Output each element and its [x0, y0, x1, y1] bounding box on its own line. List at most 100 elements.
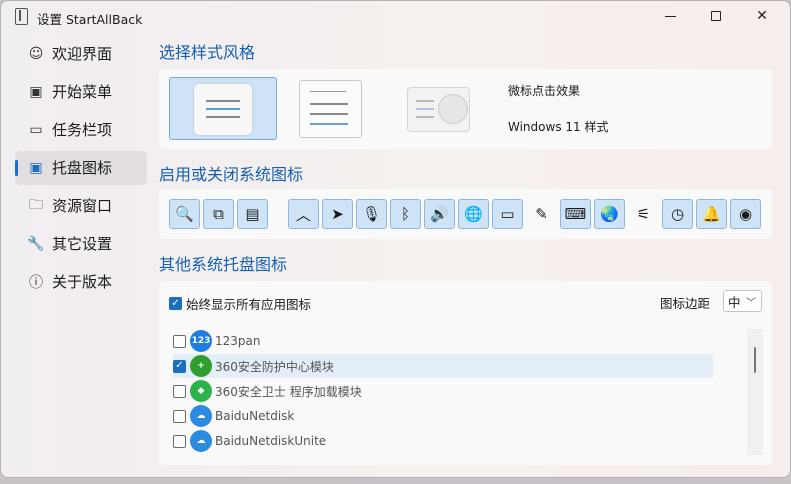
chevron-up-icon: ︿ — [295, 205, 311, 224]
toggle-search[interactable]: 🔍 — [169, 199, 200, 229]
toggle-language[interactable]: 🌏 — [594, 199, 625, 229]
list-item[interactable]: ✓ +360安全防护中心模块 — [173, 354, 713, 378]
sidebar-item-label: 资源窗口 — [52, 196, 113, 215]
app-name: 360安全卫士 程序加载模块 — [215, 384, 362, 399]
pen-icon: ✎ — [535, 205, 548, 223]
show-all-checkbox[interactable]: ✓ — [169, 297, 182, 310]
sidebar-item-label: 任务栏项 — [52, 120, 113, 139]
minimize-icon — [664, 15, 676, 17]
clock-preview-icon — [438, 94, 468, 124]
language-icon: 🌏 — [600, 205, 619, 223]
toggle-network[interactable]: 🌐 — [458, 199, 489, 229]
list-item[interactable]: ◆ 360安全卫士 程序加载模块 — [173, 379, 713, 403]
app-name: 123pan — [215, 334, 261, 348]
toggle-clock[interactable]: ◷ — [662, 199, 693, 229]
app-checkbox[interactable] — [173, 384, 186, 398]
close-button[interactable]: ✕ — [739, 1, 785, 31]
sidebar-item-label: 开始菜单 — [52, 82, 113, 101]
tray-section-title: 其他系统托盘图标 — [159, 255, 288, 274]
toggle-battery[interactable]: ▭ — [492, 199, 523, 229]
toggle-widgets[interactable]: ▤ — [237, 199, 268, 229]
tray-card: ✓ 始终显示所有应用图标 图标边距 中 ﹀ 123 123pan ✓ +360安全防护… — [159, 281, 772, 465]
start-menu-icon: ▣ — [29, 84, 43, 100]
style-option-windows11[interactable] — [169, 77, 277, 140]
toggle-bluetooth[interactable]: ᛒ — [390, 199, 421, 229]
show-all-label: 始终显示所有应用图标 — [186, 297, 312, 312]
system-icons-card: 🔍 ⧉ ▤ ︿ ➤ 🎙 ᛒ 🔊 🌐 ▭ ✎ ⌨ 🌏 ⚟ ◷ 🔔 ◉ — [159, 189, 772, 239]
list-item[interactable]: ☁ BaiduNetdiskUnite — [173, 429, 713, 453]
icon-margin-label: 图标边距 — [660, 296, 711, 311]
style-option-label: 微标点击效果 — [508, 84, 581, 98]
toggle-microphone[interactable]: 🎙 — [356, 199, 387, 229]
app-name: BaiduNetdisk — [215, 409, 295, 423]
widgets-icon: ▤ — [245, 205, 260, 223]
app-checkbox[interactable] — [173, 334, 186, 348]
sidebar-item-other[interactable]: 🔧 其它设置 — [15, 227, 147, 261]
sidebar-item-about[interactable]: ⓘ 关于版本 — [15, 265, 147, 299]
app-name: 360安全防护中心模块 — [215, 359, 334, 374]
close-icon: ✕ — [756, 8, 768, 24]
bluetooth-icon: ᛒ — [400, 205, 410, 223]
tray-icon: ▣ — [29, 160, 43, 176]
network-icon: 🌐 — [464, 205, 483, 223]
list-item[interactable]: ☁ BaiduNetdisk — [173, 404, 713, 428]
sliders-icon: ⚟ — [636, 205, 651, 223]
clock-icon: ◷ — [670, 205, 685, 223]
app-icon: ☁ — [190, 405, 212, 427]
list-item[interactable]: 123 123pan — [173, 329, 713, 353]
toggle-chevron-up[interactable]: ︿ — [288, 199, 319, 229]
minimize-button[interactable] — [647, 1, 693, 31]
sidebar-item-tray[interactable]: ▣ 托盘图标 — [15, 151, 147, 185]
toggle-bell[interactable]: 🔔 — [696, 199, 727, 229]
icon-margin-value: 中 — [728, 294, 741, 310]
sidebar-item-welcome[interactable]: ☺ 欢迎界面 — [15, 37, 147, 71]
search-icon: 🔍 — [175, 205, 194, 223]
sidebar-item-label: 关于版本 — [52, 272, 113, 291]
bell-icon: 🔔 — [702, 205, 721, 223]
app-name: BaiduNetdiskUnite — [215, 434, 327, 448]
smile-icon: ☺ — [28, 46, 44, 62]
sidebar-item-taskbar[interactable]: ▭ 任务栏项 — [15, 113, 147, 147]
info-icon: ⓘ — [29, 275, 43, 291]
style-option-classic[interactable] — [299, 80, 362, 138]
toggle-sliders[interactable]: ⚟ — [628, 199, 659, 229]
app-checkbox[interactable] — [173, 409, 186, 423]
app-checkbox[interactable]: ✓ — [173, 359, 186, 373]
sidebar-item-label: 托盘图标 — [52, 158, 113, 177]
show-all-checkbox-row[interactable]: ✓ 始终显示所有应用图标 — [169, 294, 311, 313]
settings-window: 设置 StartAllBack ✕ ☺ 欢迎界面 ▣ 开始菜单 ▭ 任务栏项 ▣… — [0, 0, 791, 478]
chevron-down-icon: ﹀ — [746, 298, 756, 309]
task-view-icon: ⧉ — [213, 205, 224, 223]
toggle-keyboard[interactable]: ⌨ — [560, 199, 591, 229]
icon-margin-select[interactable]: 中 ﹀ — [723, 290, 762, 312]
system-icons-title: 启用或关闭系统图标 — [159, 165, 304, 184]
toggle-pen[interactable]: ✎ — [526, 199, 557, 229]
toggle-task-view[interactable]: ⧉ — [203, 199, 234, 229]
maximize-button[interactable] — [693, 1, 739, 31]
app-icon — [15, 8, 28, 25]
app-checkbox[interactable] — [173, 434, 186, 448]
keyboard-icon: ⌨ — [564, 205, 587, 223]
wrench-icon: 🔧 — [27, 236, 45, 252]
folder-icon: 🗀 — [29, 197, 43, 213]
sidebar-item-label: 欢迎界面 — [52, 44, 113, 63]
maximize-icon — [711, 11, 721, 21]
toggle-eye[interactable]: ◉ — [730, 199, 761, 229]
sidebar-item-start-menu[interactable]: ▣ 开始菜单 — [15, 75, 147, 109]
style-card: 微标点击效果 Windows 11 样式 — [159, 69, 772, 149]
app-icon: 123 — [190, 330, 212, 352]
sidebar-item-explorer[interactable]: 🗀 资源窗口 — [15, 189, 147, 223]
style-option-label: Windows 11 样式 — [508, 120, 609, 134]
scrollbar-thumb[interactable] — [754, 347, 756, 373]
location-icon: ➤ — [331, 205, 344, 223]
toggle-volume[interactable]: 🔊 — [424, 199, 455, 229]
style-preview — [194, 84, 252, 135]
volume-icon: 🔊 — [430, 205, 449, 223]
app-list-scrollbar[interactable] — [747, 329, 763, 455]
sidebar-item-label: 其它设置 — [52, 234, 113, 253]
eye-icon: ◉ — [738, 205, 753, 223]
style-section-title: 选择样式风格 — [159, 43, 256, 62]
window-title: 设置 StartAllBack — [37, 12, 143, 27]
toggle-location[interactable]: ➤ — [322, 199, 353, 229]
style-option-vista[interactable] — [407, 87, 470, 132]
